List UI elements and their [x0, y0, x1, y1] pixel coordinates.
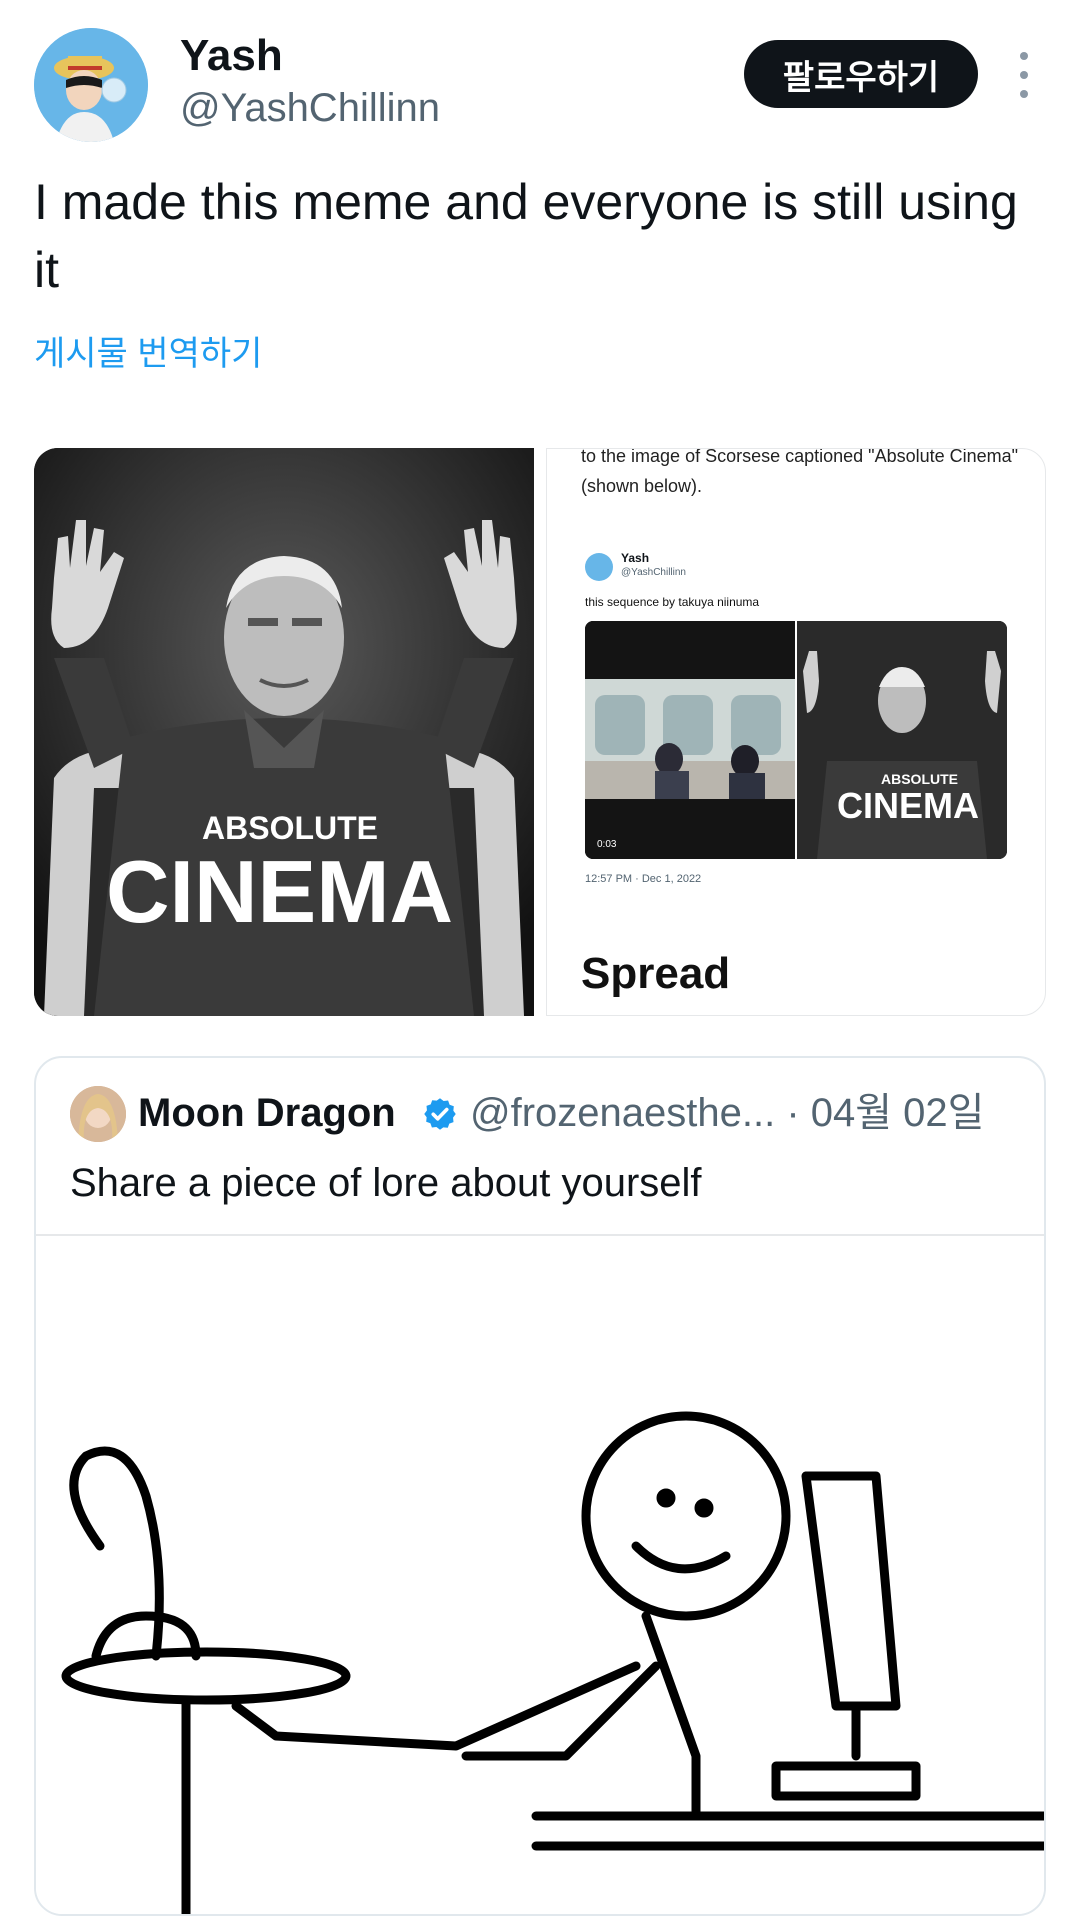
media-image-absolute-cinema[interactable]: ABSOLUTE CINEMA — [34, 448, 534, 1016]
quoted-text: Share a piece of lore about yourself — [70, 1161, 702, 1205]
display-name[interactable]: Yash — [180, 30, 283, 82]
user-handle[interactable]: @YashChillinn — [180, 84, 440, 132]
embed-handle: @YashChillinn — [621, 567, 686, 578]
quoted-date: · 04월 02일 — [786, 1091, 985, 1135]
translate-link[interactable]: 게시물 번역하기 — [34, 326, 262, 375]
post-text: I made this meme and everyone is still u… — [34, 174, 1018, 298]
verified-badge-icon — [424, 1098, 456, 1130]
embed-name: Yash — [621, 551, 650, 565]
embed-timestamp: 12:57 PM · Dec 1, 2022 — [585, 873, 702, 885]
more-options-icon[interactable] — [1012, 52, 1036, 98]
quoted-handle-date: @frozenaesthe... · 04월 02일 — [470, 1088, 984, 1138]
embed-video-thumbnail — [585, 621, 795, 859]
quoted-post-card[interactable]: Moon Dragon @frozenaesthe... · 04월 02일 S… — [34, 1056, 1046, 1916]
quoted-avatar-image — [70, 1086, 126, 1142]
embed-text: this sequence by takuya niinuma — [585, 595, 760, 609]
media-image-article-snippet[interactable]: to the image of Scorsese captioned "Abso… — [546, 448, 1046, 1016]
avatar-image — [34, 28, 148, 142]
avatar[interactable] — [34, 28, 148, 142]
stick-figure-computer-image — [36, 1236, 1044, 1914]
section-heading-spread: Spread — [581, 949, 731, 998]
snippet-text: to the image of Scorsese captioned "Abso… — [581, 448, 1019, 496]
follow-button[interactable]: 팔로우하기 — [744, 40, 978, 108]
thumb-caption-line2: CINEMA — [837, 785, 979, 826]
cinema-caption-line2: CINEMA — [106, 842, 454, 941]
quoted-handle: @frozenaesthe... — [470, 1091, 776, 1135]
quoted-avatar[interactable] — [70, 1086, 126, 1142]
train-scene-image — [585, 621, 795, 859]
quoted-display-name[interactable]: Moon Dragon — [138, 1088, 396, 1138]
embed-avatar — [585, 553, 613, 581]
video-time: 0:03 — [597, 839, 617, 850]
